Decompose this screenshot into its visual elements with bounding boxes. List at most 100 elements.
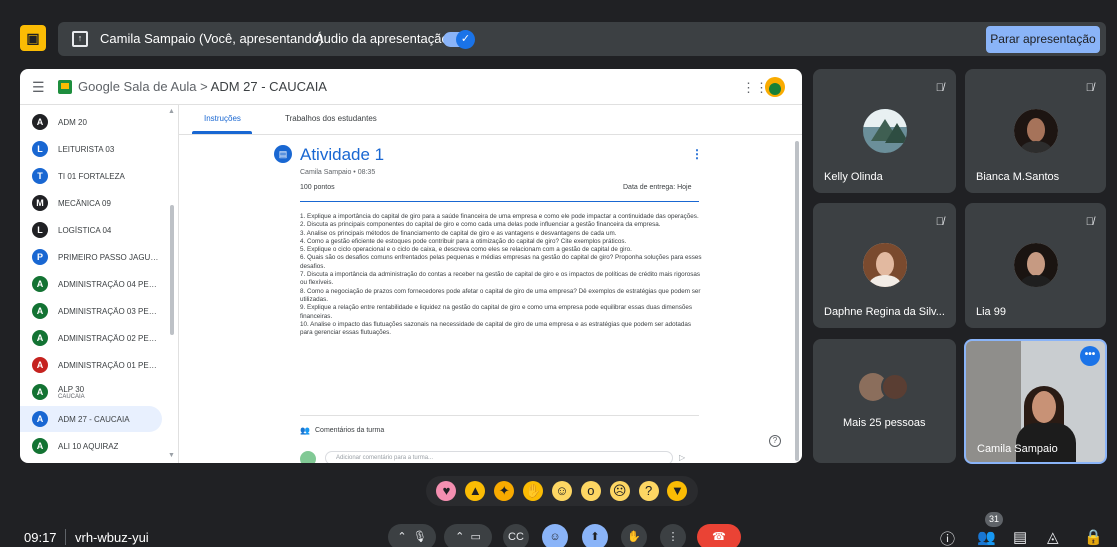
present-screen-icon: ↑ <box>72 31 88 47</box>
more-options-icon[interactable]: ⋮ <box>691 147 703 161</box>
scroll-up-arrow-icon[interactable]: ▲ <box>168 108 175 115</box>
sidebar-class-item[interactable]: L LOGÍSTICA 04 <box>20 217 162 243</box>
sidebar-class-name: ADM 20 <box>58 117 87 127</box>
tab-instructions[interactable]: Instruções <box>204 114 241 123</box>
more-options-button[interactable]: ⋮ <box>660 524 686 547</box>
sidebar-class-item[interactable]: A ALI 10 AQUIRAZ <box>20 433 162 459</box>
host-controls-lock-icon[interactable]: 🔒 <box>1084 528 1103 546</box>
sidebar-class-label: ADMINISTRAÇÃO 01 PEREI... <box>58 361 162 370</box>
content-scrollbar[interactable] <box>795 141 799 461</box>
participant-tile-bianca[interactable]: 🎙̸ Bianca M.Santos <box>965 69 1106 193</box>
participant-name: Bianca M.Santos <box>976 171 1060 183</box>
participant-tile-kelly[interactable]: 🎙̸ Kelly Olinda <box>813 69 956 193</box>
classroom-logo-icon <box>58 80 72 94</box>
sparkling-heart-icon[interactable]: ♥ <box>436 481 457 501</box>
stop-presenting-button[interactable]: Parar apresentação <box>986 26 1100 53</box>
sidebar-class-label: ADMINISTRAÇÃO 03 PEREI... <box>58 307 162 316</box>
thumbs-down-icon[interactable]: ▼ <box>667 481 688 501</box>
participant-tile-more-people[interactable]: Mais 25 pessoas <box>813 339 956 463</box>
sidebar-class-item[interactable]: A ADM 27 - CAUCAIA <box>20 406 162 432</box>
sidebar-class-label: LEITURISTA 03 <box>58 145 114 154</box>
sidebar-class-name: LEITURISTA 03 <box>58 144 115 154</box>
info-icon[interactable]: ⓘ <box>940 528 955 547</box>
check-icon: ✓ <box>456 30 475 49</box>
sidebar-class-item[interactable]: A ADM 20 <box>20 109 162 135</box>
camera-button[interactable]: ⌃ ▭ <box>444 524 492 547</box>
sidebar-class-label: PRIMEIRO PASSO JAGUARI... <box>58 253 162 262</box>
comment-input[interactable]: Adicionar comentário para a turma... <box>325 451 673 463</box>
reactions-button[interactable]: ☺ <box>542 524 568 547</box>
chevron-up-icon[interactable]: ⌃ <box>397 531 406 543</box>
class-avatar: A <box>32 303 48 319</box>
assignment-icon: ▤ <box>274 145 292 163</box>
sidebar-class-name: ADMINISTRAÇÃO 01 PEREI... <box>58 360 162 370</box>
thinking-face-icon[interactable]: ? <box>638 481 659 501</box>
assignment-points: 100 pontos <box>300 184 335 191</box>
scroll-down-arrow-icon[interactable]: ▼ <box>168 452 175 459</box>
classroom-breadcrumb: Google Sala de Aula > ADM 27 - CAUCAIA <box>78 79 327 94</box>
tab-student-work[interactable]: Trabalhos dos estudantes <box>285 114 377 123</box>
sidebar-class-name: ADMINISTRAÇÃO 03 PEREI... <box>58 306 162 316</box>
present-button[interactable]: ⬆ <box>582 524 608 547</box>
avatar <box>300 451 316 463</box>
emoji-icon: ☺ <box>549 531 561 543</box>
sidebar-class-item[interactable]: A ADMINISTRAÇÃO 01 PEREI... <box>20 352 162 378</box>
class-avatar: A <box>32 438 48 454</box>
mic-off-icon: 🎙̸ <box>935 82 944 94</box>
thumbs-up-icon[interactable]: ▲ <box>465 481 486 501</box>
more-people-avatars <box>857 373 913 405</box>
assignment-panel: Instruções Trabalhos dos estudantes ▤ At… <box>178 105 802 463</box>
captions-button[interactable]: CC <box>503 524 529 547</box>
time-separator <box>65 529 66 545</box>
people-icon[interactable]: 👥 <box>977 528 996 546</box>
sidebar-class-subtitle: CAUCAIA <box>58 393 85 400</box>
participant-tile-camila[interactable]: ••• Camila Sampaio <box>964 339 1107 464</box>
sidebar-class-label: TI 01 FORTALEZA <box>58 172 125 181</box>
hamburger-menu-icon[interactable]: ☰ <box>32 79 45 96</box>
avatar <box>881 373 909 401</box>
presentation-audio-toggle[interactable]: ✓ <box>443 30 475 49</box>
sidebar-class-item[interactable]: L LEITURISTA 03 <box>20 136 162 162</box>
meeting-time: 09:17 <box>24 530 57 545</box>
party-popper-icon[interactable]: ✦ <box>494 481 515 501</box>
class-avatar: L <box>32 222 48 238</box>
class-avatar: A <box>32 357 48 373</box>
leave-call-button[interactable]: ☎ <box>697 524 741 547</box>
more-options-icon[interactable]: ••• <box>1080 346 1100 366</box>
class-avatar: A <box>32 384 48 400</box>
chat-icon[interactable]: ▤ <box>1013 528 1027 546</box>
meet-window: ▣ ↑ Camila Sampaio (Você, apresentando) … <box>0 0 1117 547</box>
classroom-app-name[interactable]: Google Sala de Aula <box>78 79 197 94</box>
sidebar-class-item[interactable]: P PRIMEIRO PASSO JAGUARI... <box>20 244 162 270</box>
class-avatar: L <box>32 141 48 157</box>
class-avatar: A <box>32 411 48 427</box>
sidebar-scrollbar[interactable] <box>170 205 174 335</box>
meeting-code: vrh-wbuz-yui <box>75 530 149 545</box>
sidebar-class-item[interactable]: T TI 01 FORTALEZA <box>20 163 162 189</box>
participant-tile-daphne[interactable]: 🎙̸ Daphne Regina da Silv... <box>813 203 956 328</box>
more-vertical-icon: ⋮ <box>667 531 679 543</box>
sidebar-class-item[interactable]: A ADMINISTRAÇÃO 02 PEREI... <box>20 325 162 351</box>
sidebar-class-item[interactable]: M MECÂNICA 09 <box>20 190 162 216</box>
sidebar-class-item[interactable]: A ADMINISTRAÇÃO 03 PEREI... <box>20 298 162 324</box>
help-icon[interactable]: ? <box>769 435 781 447</box>
laughing-face-icon[interactable]: ☺ <box>551 481 572 501</box>
microphone-icon: 🎙 <box>412 531 427 543</box>
sidebar-class-item[interactable]: A ADMINISTRAÇÃO 04 PEREI... <box>20 271 162 297</box>
assignment-question: 7. Discuta a importância da administraçã… <box>300 271 701 287</box>
raise-hand-button[interactable]: ✋ <box>621 524 647 547</box>
chevron-up-icon[interactable]: ⌃ <box>455 531 464 543</box>
assignment-question: 5. Explique o ciclo operacional e o cicl… <box>300 246 632 254</box>
crying-face-icon[interactable]: ☹ <box>609 481 630 501</box>
surprised-face-icon[interactable]: o <box>580 481 601 501</box>
assignment-question: 2. Discuta as principais componentes do … <box>300 221 661 229</box>
send-icon[interactable]: ▷ <box>679 453 685 462</box>
classroom-header: ☰ Google Sala de Aula > ADM 27 - CAUCAIA… <box>20 69 802 105</box>
account-avatar[interactable] <box>765 77 785 97</box>
clapping-hands-icon[interactable]: ✋ <box>523 481 544 501</box>
activities-icon[interactable]: ◬ <box>1047 528 1059 546</box>
microphone-button[interactable]: ⌃ 🎙 <box>388 524 436 547</box>
reactions-bar: ♥ ▲ ✦ ✋ ☺ o ☹ ? ▼ <box>426 476 698 506</box>
participant-tile-lia[interactable]: 🎙̸ Lia 99 <box>965 203 1106 328</box>
sidebar-class-item[interactable]: A ALP 30 CAUCAIA <box>20 379 162 405</box>
